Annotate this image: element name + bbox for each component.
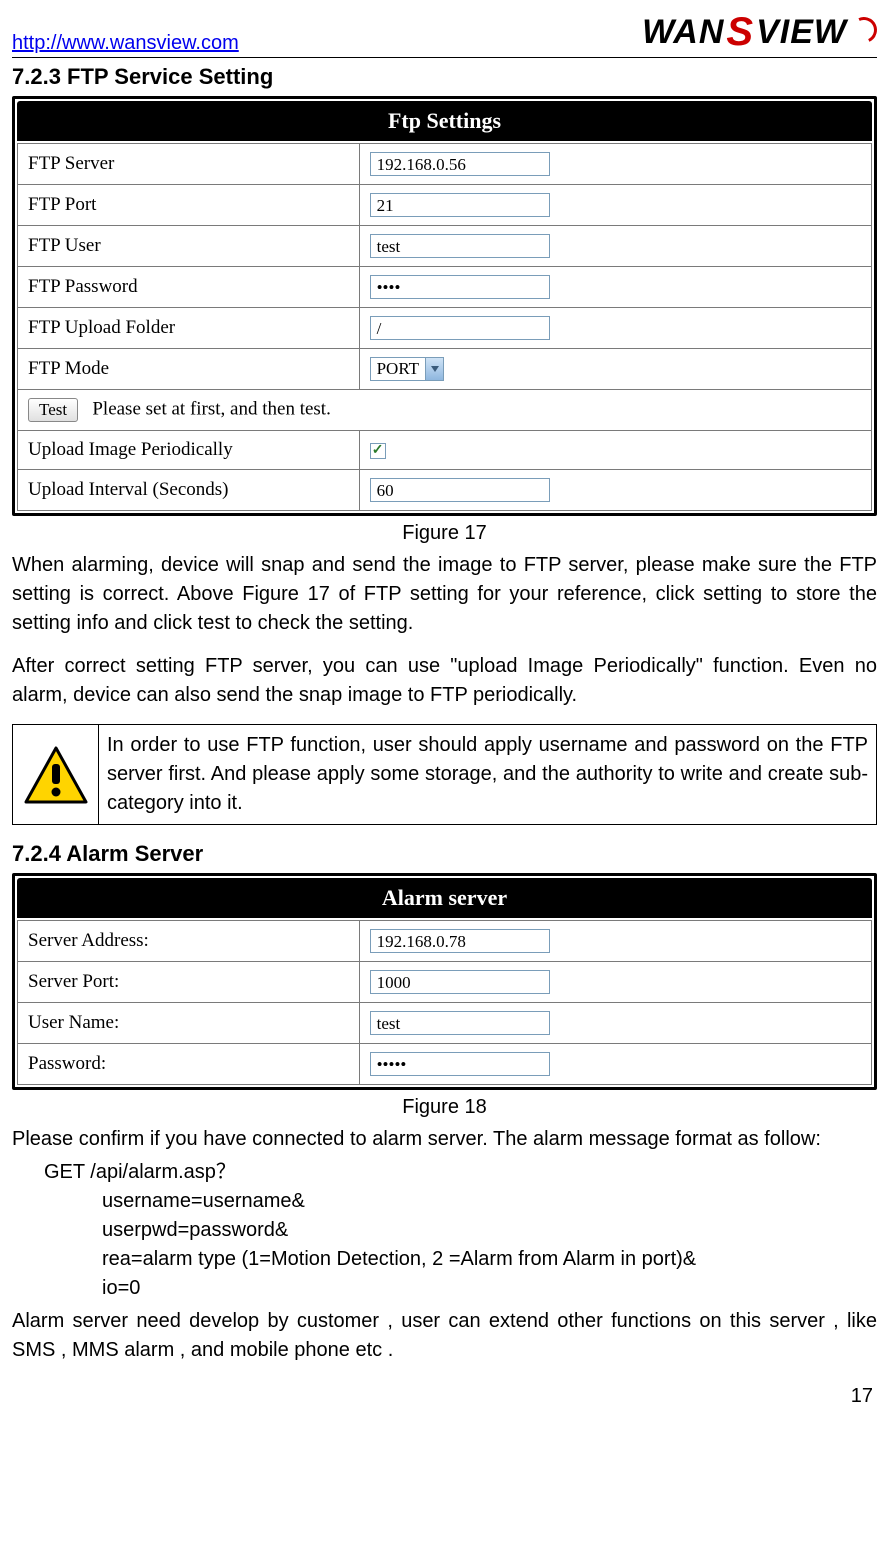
section-723-heading: 7.2.3 FTP Service Setting bbox=[12, 64, 877, 90]
figure-17-caption: Figure 17 bbox=[12, 522, 877, 545]
table-row: FTP Password •••• bbox=[18, 267, 872, 308]
server-port-input[interactable]: 1000 bbox=[370, 970, 550, 994]
user-name-input[interactable]: test bbox=[370, 1011, 550, 1035]
upload-interval-label: Upload Interval (Seconds) bbox=[18, 470, 360, 511]
ftp-mode-value: PORT bbox=[371, 359, 425, 379]
password-label: Password: bbox=[18, 1044, 360, 1085]
warning-note: In order to use FTP function, user shoul… bbox=[12, 724, 877, 825]
upload-periodic-checkbox[interactable]: ✓ bbox=[370, 443, 386, 459]
ftp-settings-table: FTP Server 192.168.0.56 FTP Port 21 FTP … bbox=[17, 143, 872, 511]
ftp-password-cell: •••• bbox=[359, 267, 871, 308]
server-address-input[interactable]: 192.168.0.78 bbox=[370, 929, 550, 953]
section-724-paragraph-1: Please confirm if you have connected to … bbox=[12, 1125, 877, 1154]
table-row: User Name: test bbox=[18, 1003, 872, 1044]
code-line-rea: rea=alarm type (1=Motion Detection, 2 =A… bbox=[12, 1245, 877, 1274]
server-address-cell: 192.168.0.78 bbox=[359, 921, 871, 962]
ftp-user-input[interactable]: test bbox=[370, 234, 550, 258]
table-row: Test Please set at first, and then test. bbox=[18, 390, 872, 431]
ftp-mode-cell: PORT bbox=[359, 349, 871, 390]
code-line-username: username=username& bbox=[12, 1187, 877, 1216]
code-line-get: GET /api/alarm.asp？ bbox=[12, 1158, 877, 1187]
ftp-password-label: FTP Password bbox=[18, 267, 360, 308]
server-address-label: Server Address: bbox=[18, 921, 360, 962]
ftp-settings-panel: Ftp Settings FTP Server 192.168.0.56 FTP… bbox=[12, 96, 877, 516]
table-row: FTP Upload Folder / bbox=[18, 308, 872, 349]
table-row: Upload Image Periodically ✓ bbox=[18, 431, 872, 470]
figure-18-caption: Figure 18 bbox=[12, 1096, 877, 1119]
ftp-folder-label: FTP Upload Folder bbox=[18, 308, 360, 349]
ftp-server-label: FTP Server bbox=[18, 144, 360, 185]
section-724-paragraph-2: Alarm server need develop by customer , … bbox=[12, 1307, 877, 1365]
section-723-paragraph-2: After correct setting FTP server, you ca… bbox=[12, 652, 877, 710]
code-line-userpwd: userpwd=password& bbox=[12, 1216, 877, 1245]
upload-interval-input[interactable]: 60 bbox=[370, 478, 550, 502]
ftp-settings-title: Ftp Settings bbox=[17, 101, 872, 141]
alarm-server-table: Server Address: 192.168.0.78 Server Port… bbox=[17, 920, 872, 1085]
ftp-port-cell: 21 bbox=[359, 185, 871, 226]
table-row: Server Port: 1000 bbox=[18, 962, 872, 1003]
ftp-folder-cell: / bbox=[359, 308, 871, 349]
table-row: FTP Mode PORT bbox=[18, 349, 872, 390]
server-port-label: Server Port: bbox=[18, 962, 360, 1003]
upload-periodic-cell: ✓ bbox=[359, 431, 871, 470]
ftp-password-input[interactable]: •••• bbox=[370, 275, 550, 299]
table-row: FTP Port 21 bbox=[18, 185, 872, 226]
brand-logo: WAN S VIEW bbox=[642, 10, 877, 55]
page-header: http://www.wansview.com WAN S VIEW bbox=[12, 10, 877, 58]
test-row: Test Please set at first, and then test. bbox=[18, 390, 872, 431]
table-row: FTP Server 192.168.0.56 bbox=[18, 144, 872, 185]
server-port-cell: 1000 bbox=[359, 962, 871, 1003]
table-row: Password: ••••• bbox=[18, 1044, 872, 1085]
ftp-user-label: FTP User bbox=[18, 226, 360, 267]
password-cell: ••••• bbox=[359, 1044, 871, 1085]
section-724-heading: 7.2.4 Alarm Server bbox=[12, 841, 877, 867]
section-723-paragraph-1: When alarming, device will snap and send… bbox=[12, 551, 877, 638]
table-row: Server Address: 192.168.0.78 bbox=[18, 921, 872, 962]
warning-icon bbox=[13, 725, 99, 824]
page-number: 17 bbox=[12, 1379, 877, 1408]
upload-periodic-label: Upload Image Periodically bbox=[18, 431, 360, 470]
ftp-mode-label: FTP Mode bbox=[18, 349, 360, 390]
logo-swirl-icon bbox=[847, 13, 880, 46]
code-line-io: io=0 bbox=[12, 1274, 877, 1303]
table-row: FTP User test bbox=[18, 226, 872, 267]
table-row: Upload Interval (Seconds) 60 bbox=[18, 470, 872, 511]
test-hint: Please set at first, and then test. bbox=[92, 398, 331, 419]
password-input[interactable]: ••••• bbox=[370, 1052, 550, 1076]
logo-s-mark: S bbox=[726, 10, 754, 55]
site-url[interactable]: http://www.wansview.com bbox=[12, 32, 239, 55]
ftp-port-label: FTP Port bbox=[18, 185, 360, 226]
logo-wan-text: WAN bbox=[642, 13, 724, 52]
chevron-down-icon bbox=[425, 358, 443, 380]
upload-interval-cell: 60 bbox=[359, 470, 871, 511]
ftp-server-input[interactable]: 192.168.0.56 bbox=[370, 152, 550, 176]
ftp-folder-input[interactable]: / bbox=[370, 316, 550, 340]
ftp-server-cell: 192.168.0.56 bbox=[359, 144, 871, 185]
ftp-port-input[interactable]: 21 bbox=[370, 193, 550, 217]
logo-view-text: VIEW bbox=[756, 13, 847, 52]
alarm-server-panel: Alarm server Server Address: 192.168.0.7… bbox=[12, 873, 877, 1090]
alarm-server-title: Alarm server bbox=[17, 878, 872, 918]
user-name-cell: test bbox=[359, 1003, 871, 1044]
test-button[interactable]: Test bbox=[28, 398, 78, 422]
warning-text: In order to use FTP function, user shoul… bbox=[99, 725, 876, 824]
user-name-label: User Name: bbox=[18, 1003, 360, 1044]
ftp-mode-select[interactable]: PORT bbox=[370, 357, 444, 381]
ftp-user-cell: test bbox=[359, 226, 871, 267]
